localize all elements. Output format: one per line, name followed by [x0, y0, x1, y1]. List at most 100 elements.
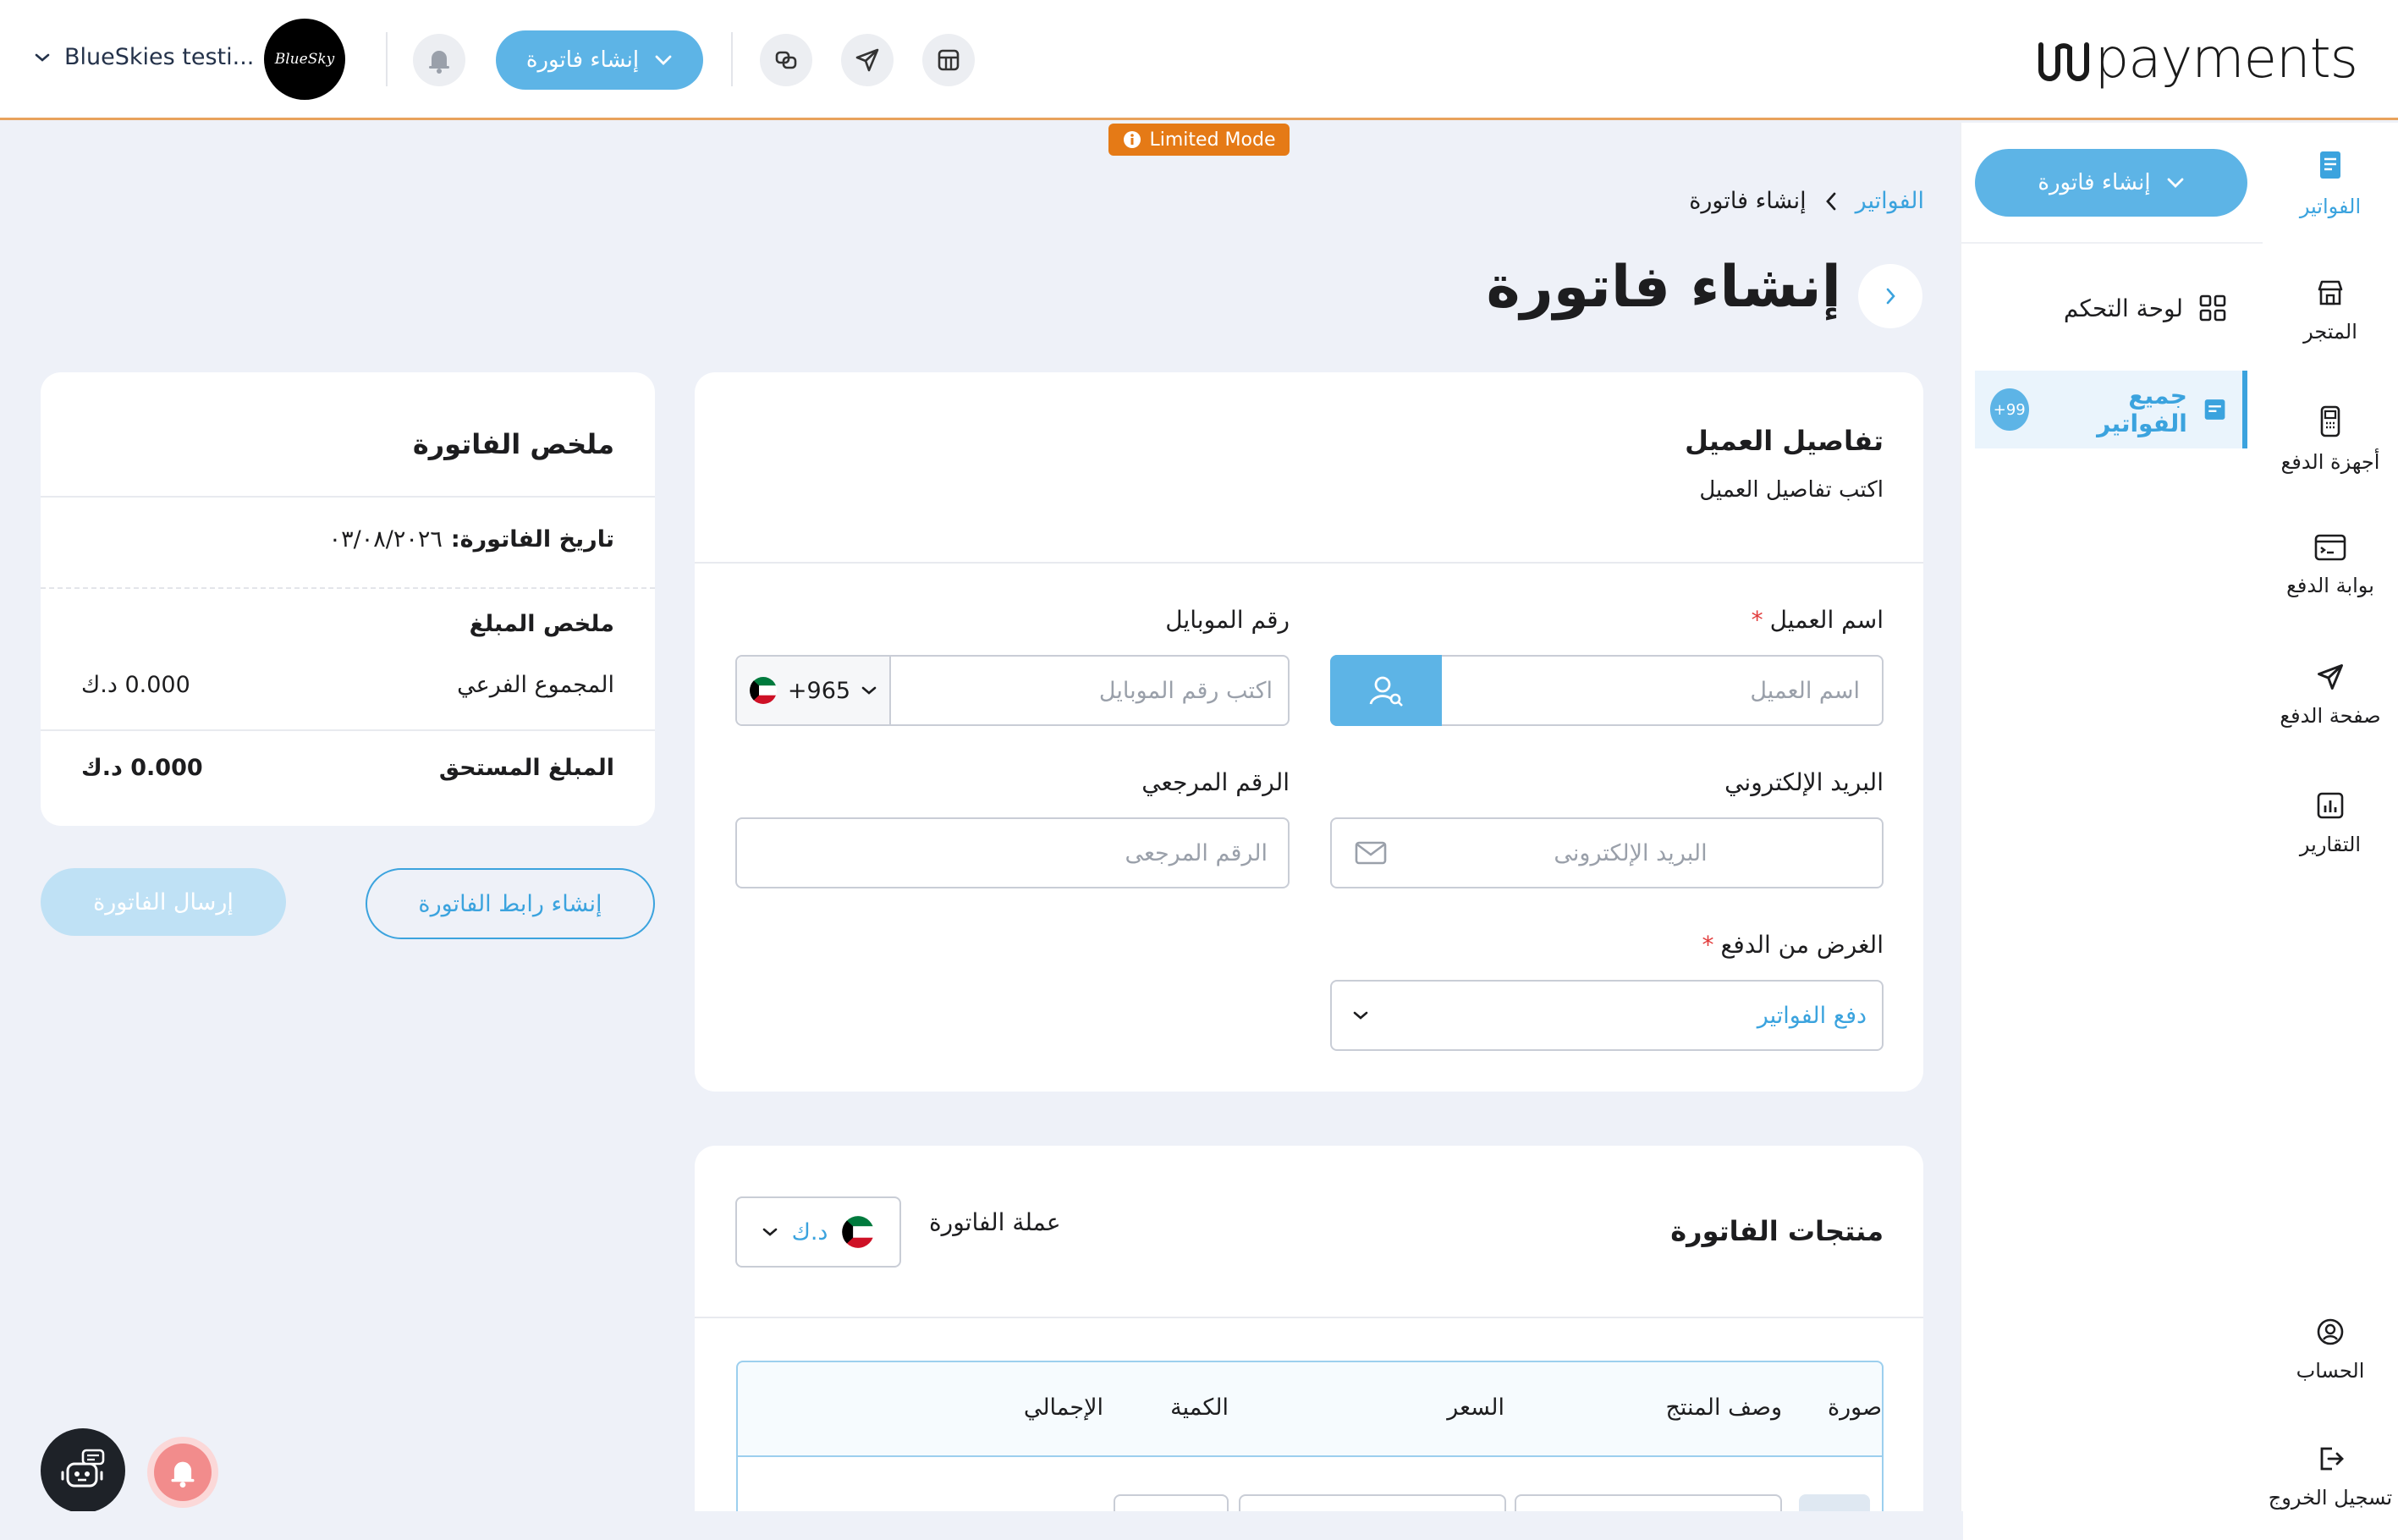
- send-icon: [855, 48, 879, 72]
- purpose-select[interactable]: دفع الفواتير: [1330, 980, 1884, 1051]
- avatar[interactable]: BlueSky: [264, 19, 345, 100]
- mobile-label: رقم الموبايل: [1165, 606, 1290, 634]
- create-invoice-link-button[interactable]: إنشاء رابط الفاتورة: [366, 868, 655, 939]
- create-invoice-dropdown-button[interactable]: إنشاء فاتورة: [496, 30, 703, 90]
- logo-text: payments: [2094, 28, 2358, 91]
- invoice-list-icon: [2204, 399, 2225, 420]
- user-circle-icon: [2317, 1318, 2344, 1345]
- rail-item-payment-page[interactable]: صفحة الدفع: [2263, 662, 2398, 728]
- chatbot-button[interactable]: [41, 1428, 125, 1513]
- limited-mode-text: Limited Mode: [1149, 129, 1276, 151]
- gateway-icon: [2314, 534, 2346, 561]
- rail-item-account[interactable]: الحساب: [2263, 1317, 2398, 1383]
- products-section-title: منتجات الفاتورة: [1670, 1215, 1884, 1247]
- column-header-quantity: الكمية: [1170, 1394, 1229, 1421]
- card-divider: [41, 729, 655, 731]
- dashed-divider: [41, 587, 655, 589]
- amount-summary-heading: ملخص المبلغ: [469, 611, 614, 637]
- user-search-icon: [1369, 676, 1403, 707]
- column-header-total: الإجمالي: [1023, 1394, 1103, 1421]
- placeholder-text: اسم العميل: [1750, 677, 1860, 704]
- account-switcher[interactable]: BlueSkies testi...: [34, 44, 254, 70]
- panel-create-invoice-button[interactable]: إنشاء فاتورة: [1975, 149, 2247, 217]
- info-icon: [1123, 131, 1141, 148]
- invoice-icon: [2320, 151, 2340, 179]
- rail-item-pos-devices[interactable]: أجهزة الدفع: [2263, 404, 2398, 474]
- customer-section-subtitle: اكتب تفاصيل العميل: [1699, 477, 1884, 503]
- divider: [731, 32, 733, 86]
- card-divider: [695, 562, 1923, 564]
- column-header-price: السعر: [1447, 1394, 1504, 1421]
- logout-icon: [2320, 1447, 2344, 1471]
- country-code-select[interactable]: +965: [737, 657, 891, 724]
- invoice-count-badge: +99: [1990, 388, 2029, 431]
- chevron-down-icon: [1353, 1011, 1368, 1020]
- rail-item-payment-gateway[interactable]: بوابة الدفع: [2263, 533, 2398, 597]
- amount-due-row: المبلغ المستحق 0.000 د.ك: [81, 755, 614, 781]
- send-button[interactable]: [841, 34, 894, 86]
- rail-item-logout[interactable]: تسجيل الخروج: [2263, 1444, 2398, 1510]
- logo-mark-icon: [2038, 42, 2089, 81]
- bell-icon: [171, 1461, 195, 1488]
- create-invoice-label: إنشاء فاتورة: [525, 47, 640, 73]
- breadcrumb-invoices-link[interactable]: الفواتير: [1856, 188, 1924, 214]
- subtotal-label: المجموع الفرعي: [457, 672, 614, 698]
- placeholder-text: البريد الإلكترونى: [1554, 839, 1708, 866]
- chevron-down-icon: [35, 53, 50, 62]
- subtotal-row: المجموع الفرعي 0.000 د.ك: [81, 672, 614, 698]
- customer-section-title: تفاصيل العميل: [1685, 425, 1884, 457]
- apps-button[interactable]: [922, 34, 975, 86]
- dashboard-grid-icon: [2199, 294, 2226, 322]
- chevron-right-icon: [1886, 288, 1895, 305]
- currency-select[interactable]: د.ك: [735, 1196, 901, 1268]
- breadcrumb: الفواتير إنشاء فاتورة: [1689, 188, 1924, 214]
- email-label: البريد الإلكتروني: [1724, 768, 1884, 796]
- rail-item-label: الحساب: [2296, 1359, 2365, 1383]
- rail-item-label: تسجيل الخروج: [2268, 1486, 2393, 1510]
- panel-item-all-invoices[interactable]: جميع الفواتير +99: [1975, 371, 2247, 448]
- label-text: رقم الموبايل: [1165, 606, 1290, 634]
- app-logo[interactable]: payments: [2036, 27, 2358, 91]
- amount-due-value: 0.000 د.ك: [81, 755, 203, 781]
- alert-bell-button[interactable]: [154, 1444, 212, 1501]
- select-customer-button[interactable]: [1330, 655, 1442, 726]
- panel-item-label: لوحة التحكم: [2063, 294, 2183, 322]
- link-icon: [775, 51, 797, 69]
- rail-item-invoices[interactable]: الفواتير: [2263, 149, 2398, 218]
- chevron-down-icon: [762, 1228, 777, 1236]
- send-invoice-button[interactable]: إرسال الفاتورة: [41, 868, 286, 936]
- page-title: إنشاء فاتورة: [1486, 254, 1841, 321]
- back-button[interactable]: [1858, 264, 1922, 328]
- page-bottom-edge: [0, 1511, 1963, 1540]
- payment-links-button[interactable]: [760, 34, 812, 86]
- rail-item-label: بوابة الدفع: [2286, 574, 2374, 597]
- chevron-down-icon: [861, 686, 877, 695]
- bell-icon: [429, 51, 449, 74]
- avatar-text: BlueSky: [274, 51, 335, 68]
- kuwait-flag-icon: [842, 1216, 875, 1248]
- notifications-button[interactable]: [413, 34, 465, 86]
- account-name: BlueSkies testi...: [64, 44, 255, 70]
- breadcrumb-current: إنشاء فاتورة: [1689, 188, 1807, 214]
- chevron-down-icon: [2167, 178, 2184, 188]
- placeholder-text: اكتب رقم الموبايل: [1098, 677, 1273, 704]
- email-input[interactable]: البريد الإلكترونى: [1330, 817, 1884, 888]
- rail-item-label: التقارير: [2299, 833, 2362, 856]
- invoice-date-label: تاريخ الفاتورة:: [450, 526, 614, 553]
- store-grid-icon: [938, 49, 960, 71]
- column-header-description: وصف المنتج: [1665, 1394, 1782, 1421]
- kuwait-flag-icon: [749, 677, 777, 704]
- purpose-label: الغرض من الدفع *: [1702, 931, 1884, 959]
- rail-item-reports[interactable]: التقارير: [2263, 790, 2398, 856]
- rail-item-store[interactable]: المتجر: [2263, 278, 2398, 344]
- label-text: الرقم المرجعي: [1141, 768, 1290, 796]
- rail-item-label: صفحة الدفع: [2280, 704, 2381, 728]
- rail-item-label: المتجر: [2303, 320, 2357, 344]
- reference-input[interactable]: الرقم المرجعى: [735, 817, 1290, 888]
- rail-item-label: أجهزة الدفع: [2280, 450, 2380, 474]
- reference-label: الرقم المرجعي: [1141, 768, 1290, 796]
- chevron-down-icon: [655, 55, 672, 65]
- currency-value: د.ك: [791, 1218, 828, 1246]
- divider: [386, 32, 388, 86]
- panel-item-dashboard[interactable]: لوحة التحكم: [1975, 269, 2247, 347]
